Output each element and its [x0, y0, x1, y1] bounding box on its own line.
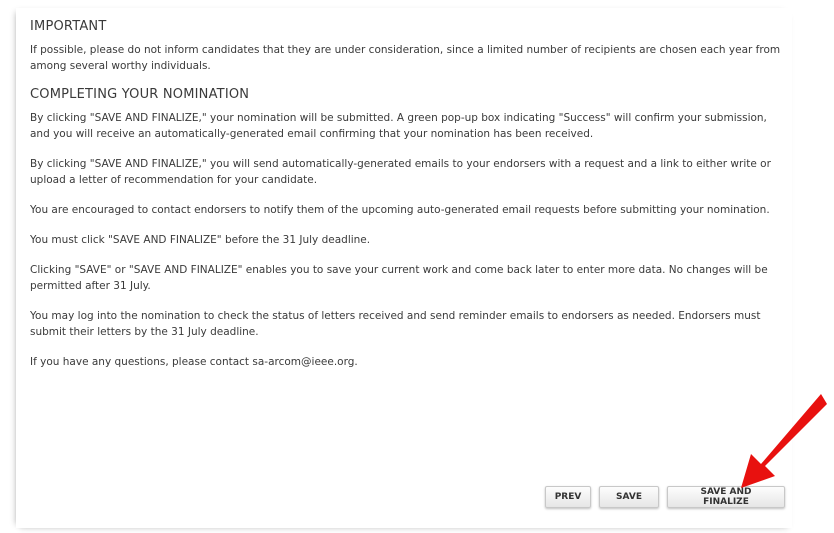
completing-heading: COMPLETING YOUR NOMINATION [30, 87, 250, 102]
paragraph-save-info: Clicking "SAVE" or "SAVE AND FINALIZE" e… [30, 264, 768, 292]
prev-button[interactable]: PREV [545, 486, 591, 508]
instructions-content: IMPORTANT If possible, please do not inf… [30, 18, 782, 370]
red-arrow-icon [741, 394, 827, 488]
paragraph-contact-endorsers: You are encouraged to contact endorsers … [30, 204, 770, 216]
save-button[interactable]: SAVE [599, 486, 659, 508]
paragraph-endorser-emails: By clicking "SAVE AND FINALIZE," you wil… [30, 158, 771, 186]
nomination-panel: IMPORTANT If possible, please do not inf… [16, 8, 792, 528]
paragraph-submit: By clicking "SAVE AND FINALIZE," your no… [30, 112, 767, 140]
screenshot-stage: IMPORTANT If possible, please do not inf… [0, 0, 834, 533]
paragraph-deadline: You must click "SAVE AND FINALIZE" befor… [30, 234, 371, 246]
paragraph-questions: If you have any questions, please contac… [30, 356, 358, 368]
important-text: If possible, please do not inform candid… [30, 44, 781, 72]
paragraph-status-check: You may log into the nomination to check… [30, 310, 761, 338]
important-heading: IMPORTANT [30, 19, 107, 34]
